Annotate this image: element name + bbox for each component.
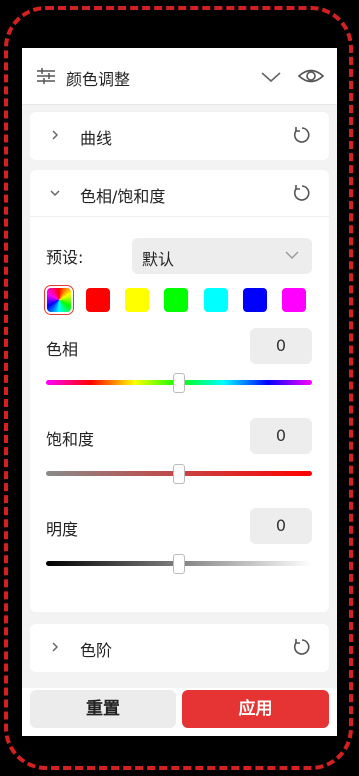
chevron-down-icon xyxy=(50,190,60,197)
eye-icon[interactable] xyxy=(297,65,325,87)
swatch-green[interactable] xyxy=(164,288,188,312)
saturation-label: 饱和度 xyxy=(46,430,95,449)
lightness-label: 明度 xyxy=(46,520,79,539)
swatch-red[interactable] xyxy=(86,288,110,312)
section-curves-header[interactable]: 曲线 xyxy=(30,112,329,158)
hue-slider-thumb[interactable] xyxy=(173,373,185,393)
swatch-cyan[interactable] xyxy=(204,288,228,312)
hue-label: 色相 xyxy=(46,340,79,359)
chevron-right-icon xyxy=(52,642,59,652)
apply-button[interactable]: 应用 xyxy=(182,690,329,728)
color-adjust-panel: 颜色调整 曲线 色相/饱和度 预设: 默认 色相 0 饱和度 0 明度 0 色阶… xyxy=(22,48,337,736)
reset-icon[interactable] xyxy=(292,125,312,145)
swatch-magenta[interactable] xyxy=(282,288,306,312)
section-levels-title: 色阶 xyxy=(80,641,113,660)
section-curves: 曲线 xyxy=(30,112,329,160)
panel-header: 颜色调整 xyxy=(22,48,337,105)
lightness-value-input[interactable]: 0 xyxy=(250,508,312,544)
swatch-all[interactable] xyxy=(47,288,71,312)
saturation-value-input[interactable]: 0 xyxy=(250,418,312,454)
panel-title: 颜色调整 xyxy=(66,70,131,89)
adjust-sliders-icon xyxy=(37,68,55,84)
swatch-yellow[interactable] xyxy=(125,288,149,312)
saturation-slider-thumb[interactable] xyxy=(173,464,185,484)
lightness-slider-thumb[interactable] xyxy=(173,554,185,574)
reset-button[interactable]: 重置 xyxy=(30,690,176,728)
preset-value: 默认 xyxy=(142,250,175,269)
chevron-down-icon xyxy=(285,251,299,259)
preset-label: 预设: xyxy=(46,248,84,267)
swatch-blue[interactable] xyxy=(243,288,267,312)
panel-footer: 重置 应用 xyxy=(22,688,337,736)
section-hue-saturation: 色相/饱和度 预设: 默认 色相 0 饱和度 0 明度 0 xyxy=(30,170,329,612)
chevron-right-icon xyxy=(52,130,59,140)
section-hsl-header[interactable]: 色相/饱和度 xyxy=(30,170,329,217)
hue-value-input[interactable]: 0 xyxy=(250,328,312,364)
section-levels: 色阶 xyxy=(30,624,329,672)
section-hsl-title: 色相/饱和度 xyxy=(80,187,166,206)
chevron-down-icon[interactable] xyxy=(260,70,282,84)
reset-icon[interactable] xyxy=(292,637,312,657)
section-curves-title: 曲线 xyxy=(80,129,113,148)
reset-icon[interactable] xyxy=(292,183,312,203)
preset-select[interactable]: 默认 xyxy=(132,238,312,274)
section-levels-header[interactable]: 色阶 xyxy=(30,624,329,670)
